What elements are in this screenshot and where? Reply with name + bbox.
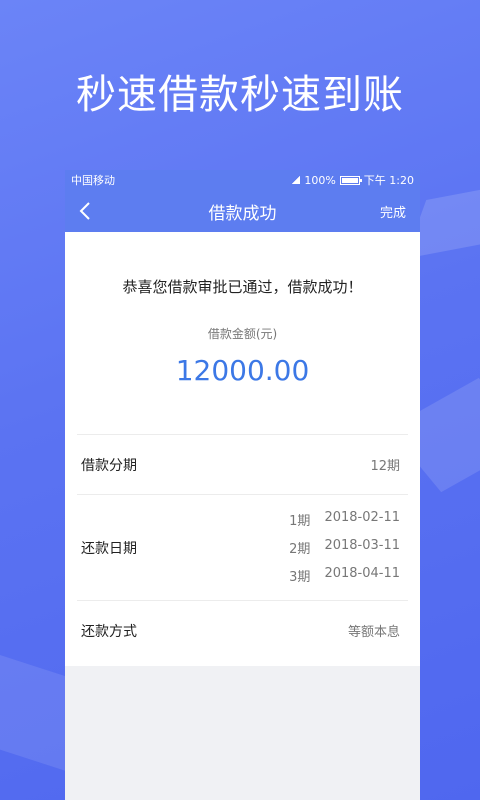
phone-screen: 中国移动 100% 下午 1:20 借款成功 完成 恭喜您借款审批已通过，借款成… xyxy=(65,170,420,800)
loan-details: 借款分期 12期 还款日期 1期 2018-02-11 2期 2018-03-1… xyxy=(77,434,408,660)
schedule-period: 3期 xyxy=(289,570,311,585)
loan-amount: 12000.00 xyxy=(175,354,310,387)
installments-row: 借款分期 12期 xyxy=(77,434,408,494)
battery-percent: 100% xyxy=(304,173,336,187)
repay-date-row: 还款日期 1期 2018-02-11 2期 2018-03-11 3期 2018… xyxy=(77,494,408,600)
status-bar: 中国移动 100% 下午 1:20 xyxy=(65,170,420,190)
schedule-period: 1期 xyxy=(289,514,311,529)
schedule-period: 2期 xyxy=(289,542,311,557)
page-title: 借款成功 xyxy=(208,203,277,224)
nav-bar: 借款成功 完成 xyxy=(65,190,420,232)
carrier-name: 中国移动 xyxy=(71,174,115,187)
repay-method-label: 还款方式 xyxy=(81,623,137,640)
repay-method-value: 等额本息 xyxy=(347,625,400,640)
promo-headline: 秒速借款秒速到账 xyxy=(76,72,404,118)
status-time: 下午 1:20 xyxy=(363,174,414,187)
signal-icon xyxy=(292,176,301,184)
schedule-date: 2018-04-11 xyxy=(324,566,400,581)
repay-schedule: 1期 2018-02-11 2期 2018-03-11 3期 2018-04-1… xyxy=(289,510,400,585)
schedule-date: 2018-03-11 xyxy=(324,538,400,553)
amount-label: 借款金额(元) xyxy=(207,327,278,341)
installments-label: 借款分期 xyxy=(81,457,137,474)
success-message: 恭喜您借款审批已通过，借款成功！ xyxy=(122,278,363,296)
schedule-item: 3期 2018-04-11 xyxy=(289,566,400,585)
status-right: 100% 下午 1:20 xyxy=(292,172,414,188)
schedule-item: 2期 2018-03-11 xyxy=(289,538,400,557)
done-button[interactable]: 完成 xyxy=(380,202,406,221)
battery-icon xyxy=(339,175,362,185)
installments-value: 12期 xyxy=(370,459,400,474)
schedule-date: 2018-02-11 xyxy=(324,510,400,525)
schedule-item: 1期 2018-02-11 xyxy=(289,510,400,529)
chevron-left-icon[interactable] xyxy=(79,199,103,223)
repay-date-label: 还款日期 xyxy=(81,540,137,557)
footer-area xyxy=(65,666,420,800)
repay-method-row: 还款方式 等额本息 xyxy=(77,600,408,660)
